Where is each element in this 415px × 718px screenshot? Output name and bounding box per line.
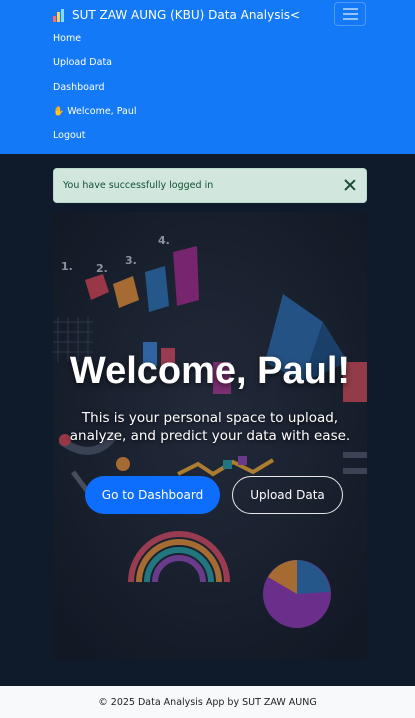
success-alert: You have successfully logged in: [53, 168, 367, 203]
bar-chart-icon: [53, 8, 66, 22]
navbar-brand[interactable]: SUT ZAW AUNG (KBU) Data Analysis<: [53, 6, 300, 24]
nav-link-label: Upload Data: [53, 57, 112, 68]
nav-link-logout[interactable]: Logout: [53, 130, 86, 141]
brand-text: SUT ZAW AUNG (KBU) Data Analysis<: [72, 8, 301, 22]
nav-link-home[interactable]: Home: [53, 33, 81, 44]
nav-link-label: Welcome, Paul: [67, 106, 137, 117]
nav-link-label: Logout: [53, 130, 86, 141]
nav-link-user[interactable]: ✋ Welcome, Paul: [53, 106, 137, 117]
footer-text: © 2025 Data Analysis App by SUT ZAW AUNG: [98, 696, 317, 708]
nav-link-label: Home: [53, 33, 82, 44]
footer: © 2025 Data Analysis App by SUT ZAW AUNG: [0, 686, 415, 718]
hamburger-menu-icon[interactable]: [334, 2, 366, 26]
hero-title: Welcome, Paul!: [69, 350, 351, 392]
close-icon[interactable]: [344, 179, 356, 191]
alert-message: You have successfully logged in: [63, 180, 214, 191]
go-to-dashboard-button[interactable]: Go to Dashboard: [85, 476, 220, 514]
nav-link-dashboard[interactable]: Dashboard: [53, 82, 105, 93]
nav-link-label: Dashboard: [53, 82, 105, 93]
nav-link-upload-data[interactable]: Upload Data: [53, 57, 112, 68]
upload-data-button[interactable]: Upload Data: [232, 476, 343, 514]
navbar: SUT ZAW AUNG (KBU) Data Analysis< Home U…: [0, 0, 415, 154]
waving-hand-icon: ✋: [53, 106, 65, 117]
hero-subtitle: This is your personal space to upload, a…: [69, 410, 351, 444]
